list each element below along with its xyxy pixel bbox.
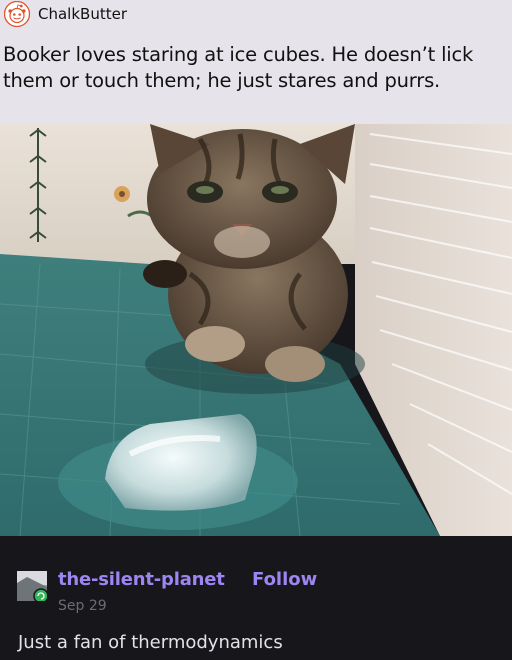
blog-name-link[interactable]: the-silent-planet xyxy=(58,569,225,590)
post-body-text: Booker loves staring at ice cubes. He do… xyxy=(3,43,474,92)
follow-button[interactable]: Follow xyxy=(252,569,317,590)
post-header: ChalkButter xyxy=(0,0,127,28)
reddit-snoo-icon[interactable] xyxy=(4,1,30,27)
post-username[interactable]: ChalkButter xyxy=(38,5,127,23)
refresh-badge-icon xyxy=(33,588,47,601)
post-date: Sep 29 xyxy=(58,598,107,614)
blog-bio-text: Just a fan of thermodynamics xyxy=(18,632,283,653)
photo-illustration xyxy=(0,124,512,536)
kitten-photo xyxy=(0,124,512,536)
reddit-post: ChalkButter Booker loves staring at ice … xyxy=(0,0,512,124)
blog-avatar-icon[interactable] xyxy=(17,571,47,601)
